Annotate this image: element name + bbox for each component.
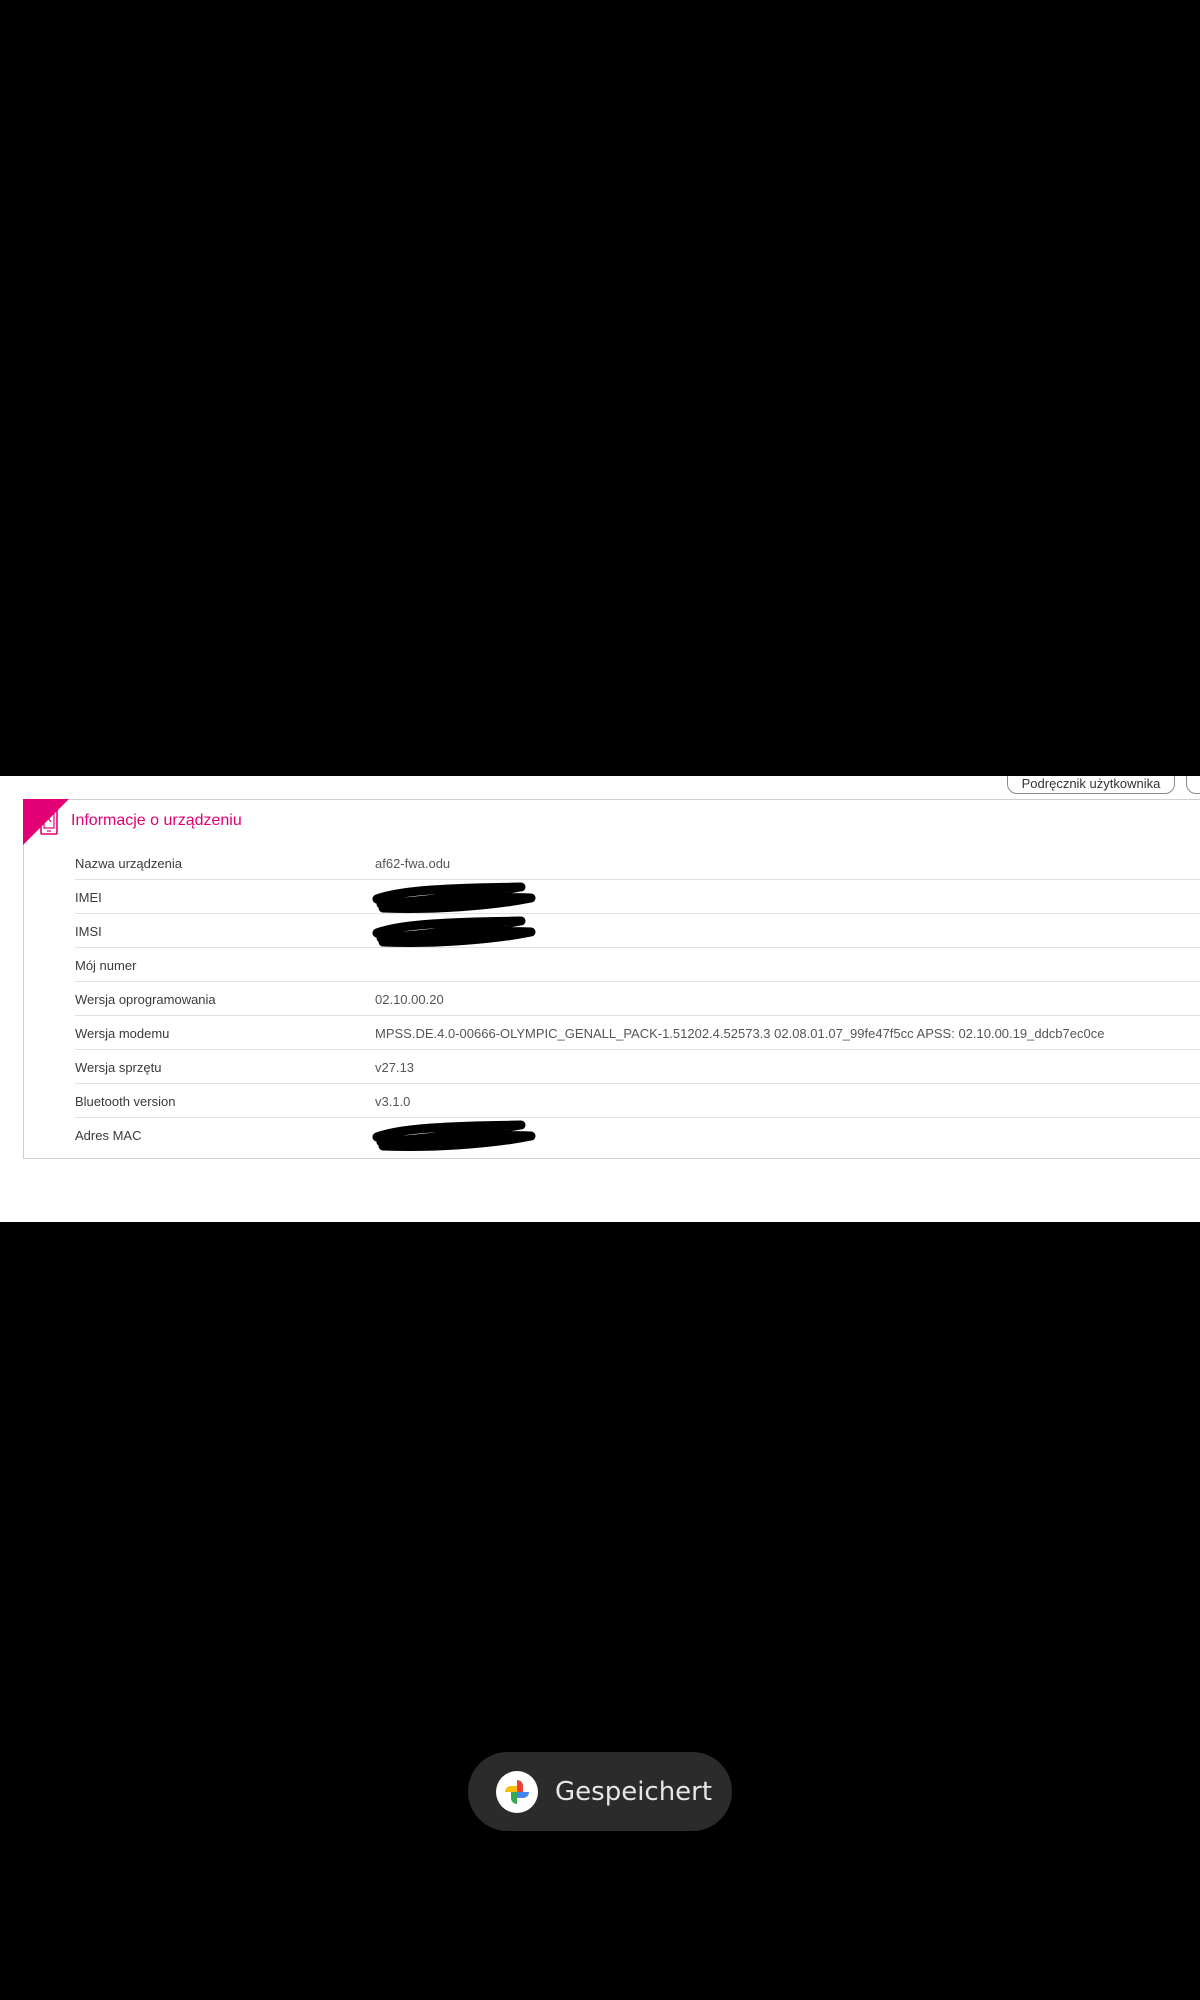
info-row: Wersja modemu MPSS.DE.4.0-00666-OLYMPIC_G… [75, 1016, 1200, 1050]
saved-toast: Gespeichert [468, 1752, 732, 1831]
info-row: Wersja sprzętu v27.13 [75, 1050, 1200, 1084]
device-info-table: Nazwa urządzenia af62-fwa.odu IMEI IMSI Mój … [75, 846, 1200, 1152]
row-label: Mój numer [75, 958, 137, 973]
info-row: Mój numer [75, 948, 1200, 982]
info-row: Wersja oprogramowania 02.10.00.20 [75, 982, 1200, 1016]
header-button-clipped[interactable] [1186, 776, 1200, 794]
redaction-scribble [372, 1120, 536, 1152]
row-value: v3.1.0 [375, 1094, 411, 1109]
row-label: IMEI [75, 890, 102, 905]
info-row: IMEI [75, 880, 1200, 914]
row-label: Nazwa urządzenia [75, 856, 182, 871]
screen: Podręcznik użytkownika Informacje o urzą… [0, 0, 1200, 2000]
row-value: af62-fwa.odu [375, 856, 451, 871]
row-value: MPSS.DE.4.0-00666-OLYMPIC_GENALL_PACK-1.… [375, 1026, 1105, 1041]
redaction-scribble [372, 882, 536, 914]
user-manual-button[interactable]: Podręcznik użytkownika [1007, 776, 1175, 794]
info-row: Bluetooth version v3.1.0 [75, 1084, 1200, 1118]
row-label: Wersja modemu [75, 1026, 170, 1041]
row-label: Wersja sprzętu [75, 1060, 162, 1075]
info-row: Adres MAC [75, 1118, 1200, 1152]
row-value: 02.10.00.20 [375, 992, 444, 1007]
toast-message: Gespeichert [555, 1777, 713, 1807]
row-label: IMSI [75, 924, 102, 939]
device-icon [40, 807, 58, 835]
screenshot-panel: Podręcznik użytkownika Informacje o urzą… [0, 776, 1200, 1222]
row-label: Wersja oprogramowania [75, 992, 216, 1007]
redaction-scribble [372, 916, 536, 948]
device-info-card: Informacje o urządzeniu Nazwa urządzenia… [23, 799, 1200, 1159]
row-label: Bluetooth version [75, 1094, 176, 1109]
info-row: IMSI [75, 914, 1200, 948]
card-title: Informacje o urządzeniu [71, 812, 242, 829]
row-label: Adres MAC [75, 1128, 142, 1143]
google-photos-pinwheel-icon [496, 1771, 538, 1813]
info-row: Nazwa urządzenia af62-fwa.odu [75, 846, 1200, 880]
row-value: v27.13 [375, 1060, 415, 1075]
